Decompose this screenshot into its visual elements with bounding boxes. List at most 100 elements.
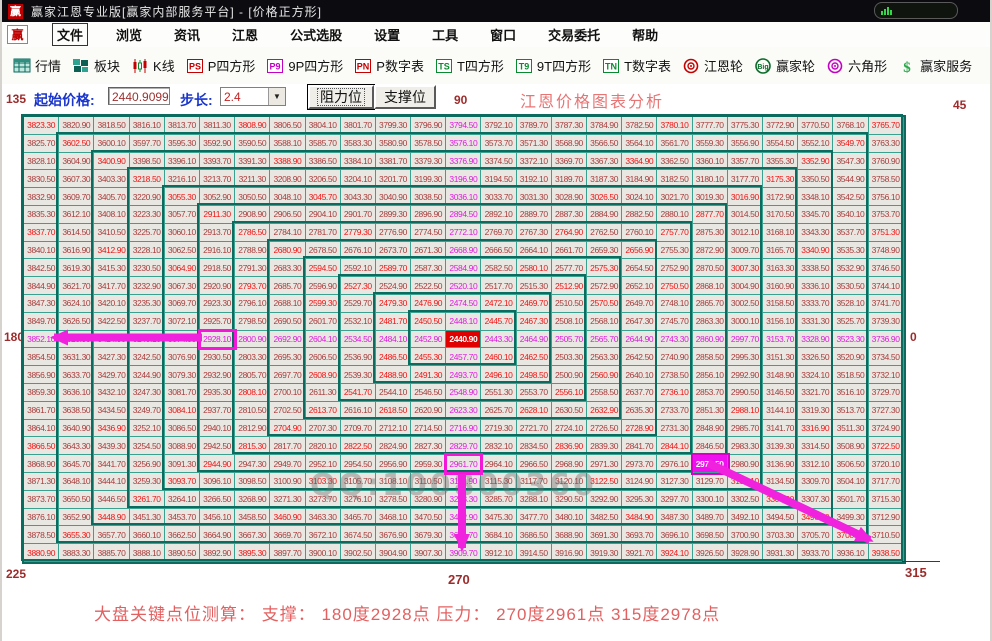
grid-cell: 3799.30 [376,117,411,135]
grid-cell: 3355.30 [763,153,798,171]
grid-cell: 2448.10 [446,313,481,331]
grid-cell: 2611.30 [306,384,341,402]
grid-cell: 3201.70 [376,170,411,188]
grid-cell: 2673.70 [376,242,411,260]
grid-cell: 3074.50 [165,331,200,349]
grid-cell: 2928.10 [200,331,235,349]
grid-cell: 3372.10 [517,153,552,171]
grid-cell: 3691.30 [587,526,622,544]
menu-item-6[interactable]: 设置 [370,24,404,45]
grid-cell: 2858.50 [693,348,728,366]
grid-cell: 3302.50 [728,491,763,509]
grid-cell: 3386.50 [306,153,341,171]
menu-item-7[interactable]: 工具 [428,24,462,45]
grid-cell: 3463.30 [306,509,341,527]
toolbar-button-2[interactable]: 板块 [72,56,120,75]
toolbar-button-10[interactable]: 江恩轮 [682,56,743,75]
support-button[interactable]: 支撑位 [374,85,436,109]
svg-text:PS: PS [189,61,201,71]
grid-cell: 3612.10 [59,206,94,224]
toolbar-button-9[interactable]: TNT数字表 [602,56,671,75]
grid-cell: 2604.10 [306,331,341,349]
toolbar-button-6[interactable]: PNP数字表 [354,56,424,75]
grid-cell: 3321.70 [798,384,833,402]
grid-cell: 2625.70 [481,402,516,420]
start-price-input[interactable]: 2440.9099 [108,87,170,105]
grid-cell: 2685.70 [270,277,305,295]
signal-bars-icon [881,6,892,15]
grid-cell: 3912.10 [481,544,516,562]
toolbar-button-5[interactable]: P99P四方形 [266,56,343,75]
grid-cell: 3427.30 [94,348,129,366]
grid-cell: 3235.30 [130,295,165,313]
grid-cell: 3506.50 [833,455,868,473]
grid-cell: 3818.50 [94,117,129,135]
grid-cell: 3700.90 [728,526,763,544]
grid-cell: 3537.70 [833,224,868,242]
grid-cell: 2839.30 [587,437,622,455]
grid-cell: 2911.30 [200,206,235,224]
grid-cell: 2680.90 [270,242,305,260]
grid-cell: 3900.10 [306,544,341,562]
grid-cell: 3420.10 [94,295,129,313]
grid-cell: 2937.70 [200,402,235,420]
grid-cell: 3108.10 [376,473,411,491]
step-combo[interactable]: 2.4 ▼ [220,87,286,106]
toolbar-button-13[interactable]: $赢家服务 [898,56,972,75]
chevron-down-icon[interactable]: ▼ [268,88,285,105]
toolbar-button-12[interactable]: 六角形 [826,56,887,75]
grid-cell: 2692.90 [270,331,305,349]
grid-cell: 3105.70 [341,473,376,491]
grid-cell: 2620.90 [411,402,446,420]
grid-cell: 2546.50 [411,384,446,402]
grid-cell: 2896.90 [411,206,446,224]
resistance-button[interactable]: 阻力位 [308,85,374,109]
grid-cell: 3732.10 [869,366,904,384]
grid-cell: 2575.30 [587,259,622,277]
grid-cell: 3357.70 [728,153,763,171]
grid-cell: 3753.70 [869,206,904,224]
menu-item-1[interactable]: 文件 [52,23,88,46]
grid-cell: 2851.30 [693,402,728,420]
grid-cell: 3780.10 [657,117,692,135]
grid-cell: 3542.50 [833,188,868,206]
toolbar-button-3[interactable]: K线 [131,56,175,75]
grid-cell: 3045.70 [306,188,341,206]
toolbar-button-11[interactable]: Big赢家轮 [754,56,815,75]
badge-P9-magenta-icon: P9 [266,58,284,74]
grid-cell: 2630.50 [552,402,587,420]
grid-cell: 2791.30 [235,259,270,277]
grid-cell: 3741.70 [869,295,904,313]
grid-cell: 3326.50 [798,348,833,366]
grid-cell: 3172.90 [763,188,798,206]
menu-item-3[interactable]: 资讯 [170,24,204,45]
grid-cell: 2721.70 [517,420,552,438]
menu-item-8[interactable]: 窗口 [486,24,520,45]
grid-cell: 2959.30 [411,455,446,473]
grid-cell: 2719.30 [481,420,516,438]
menu-item-2[interactable]: 浏览 [112,24,146,45]
grid-cell: 3828.10 [24,153,59,171]
grid-cell: 3211.30 [235,170,270,188]
grid-cell: 3194.50 [481,170,516,188]
grid-cell: 3175.30 [763,170,798,188]
grid-cell: 3789.70 [517,117,552,135]
grid-cell: 3636.10 [59,384,94,402]
menu-item-10[interactable]: 帮助 [628,24,662,45]
grid-cell: 3616.90 [59,242,94,260]
toolbar-button-7[interactable]: TST四方形 [435,56,504,75]
grid-cell: 2880.10 [657,206,692,224]
grid-cell: 3199.30 [411,170,446,188]
menu-item-5[interactable]: 公式选股 [286,24,346,45]
toolbar-button-8[interactable]: T99T四方形 [515,56,591,75]
grid-cell: 2798.50 [235,313,270,331]
grid-cell: 2712.10 [376,420,411,438]
grid-cell: 2592.10 [341,259,376,277]
grid-cell: 2491.30 [411,366,446,384]
grid-cell: 3554.50 [763,135,798,153]
menu-item-4[interactable]: 江恩 [228,24,262,45]
toolbar-button-1[interactable]: 行情 [13,56,61,75]
toolbar-button-4[interactable]: PSP四方形 [186,56,256,75]
menu-item-9[interactable]: 交易委托 [544,24,604,45]
grid-cell: 3499.30 [833,509,868,527]
